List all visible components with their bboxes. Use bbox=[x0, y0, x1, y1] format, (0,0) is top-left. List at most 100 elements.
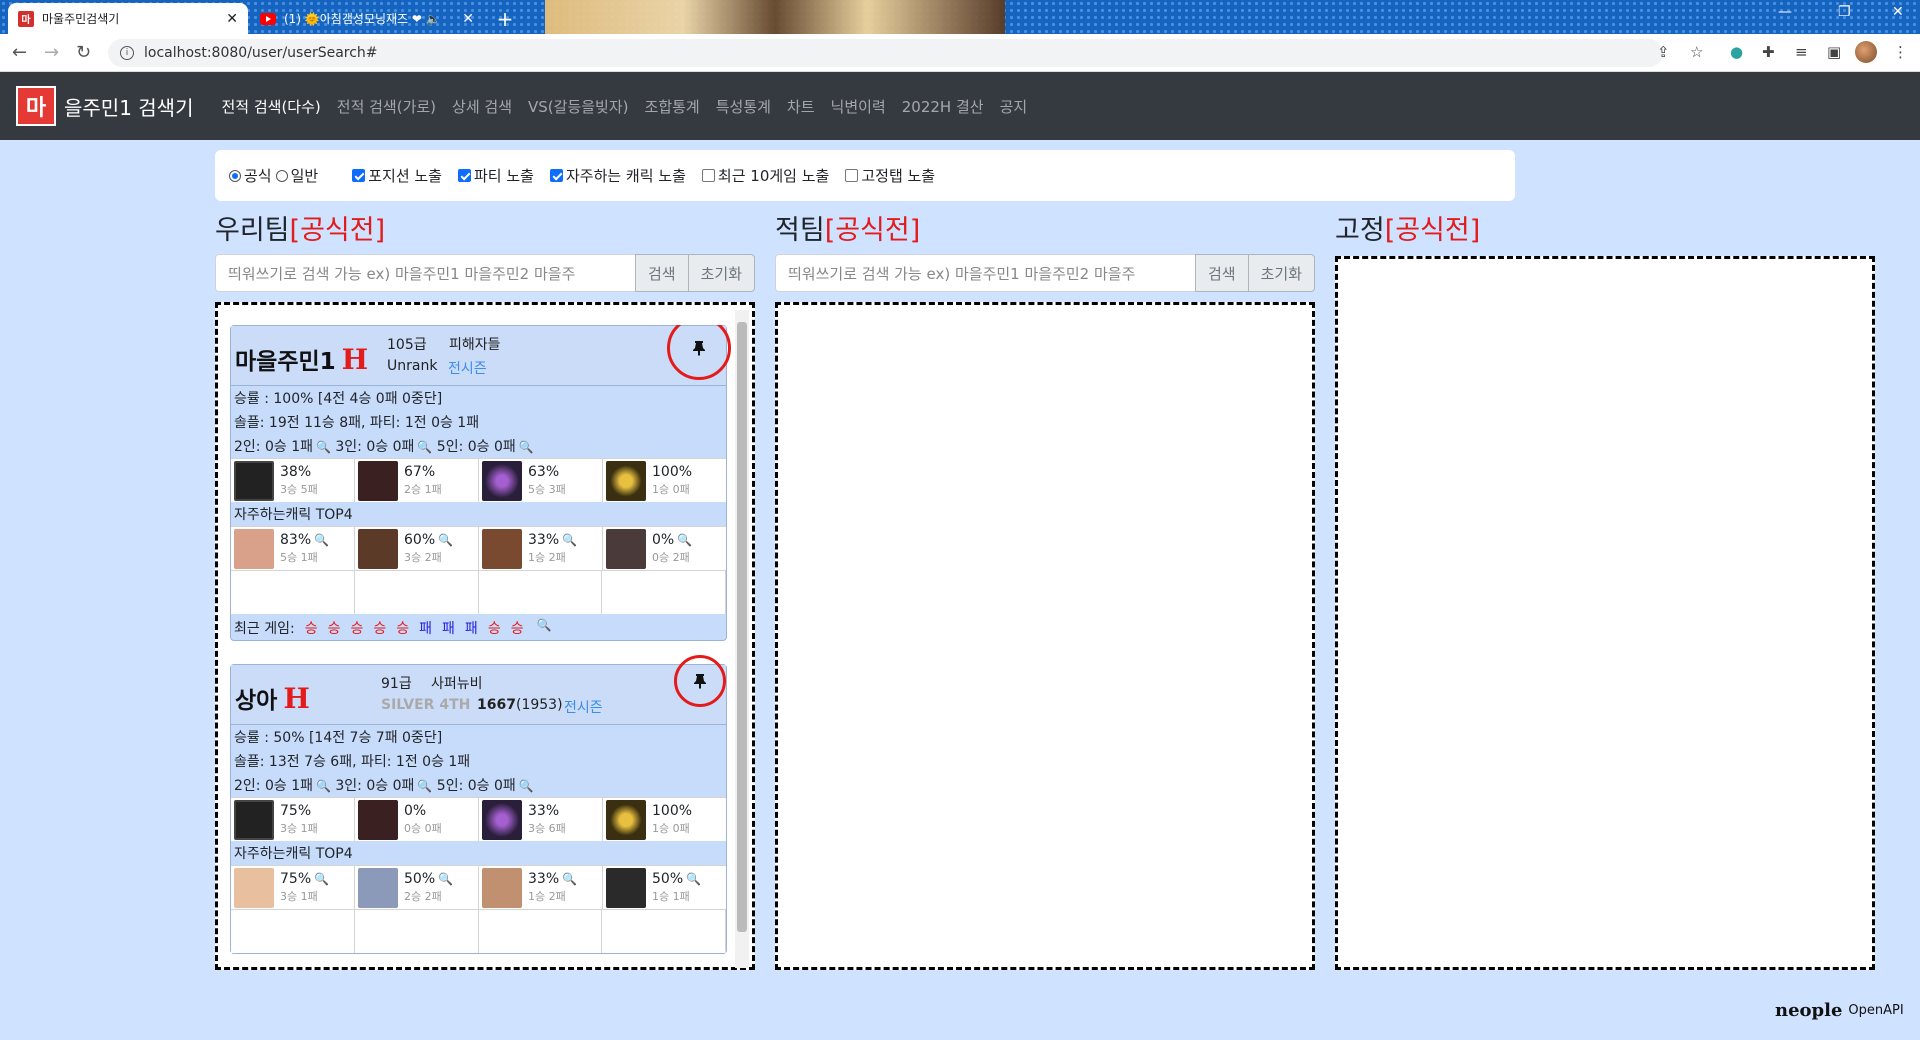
nav-link-multi-search[interactable]: 전적 검색(다수) bbox=[213, 96, 328, 117]
share-icon[interactable]: ⇪ bbox=[1657, 43, 1670, 61]
site-info-icon[interactable]: i bbox=[120, 46, 134, 60]
results-scrollbar[interactable] bbox=[735, 310, 749, 968]
radio-official-control[interactable] bbox=[229, 169, 241, 182]
nav-link-horizontal-search[interactable]: 전적 검색(가로) bbox=[329, 96, 444, 117]
season-link[interactable]: 전시즌 bbox=[564, 697, 603, 717]
bookmark-star-icon[interactable]: ☆ bbox=[1690, 43, 1703, 61]
character-portrait-icon bbox=[606, 867, 646, 908]
position-pct: 0% bbox=[404, 803, 427, 819]
radio-label: 공식 bbox=[244, 167, 272, 185]
brand[interactable]: 마 을주민1 검색기 bbox=[16, 86, 213, 126]
zoom-icon[interactable]: 🔍 bbox=[316, 779, 331, 793]
results-scroll-area[interactable]: 마을주민1 H 105급 피해자들 Unrank 전시즌 승률 : 100% [4… bbox=[230, 325, 753, 971]
nav-link-detail-search[interactable]: 상세 검색 bbox=[444, 96, 520, 117]
zoom-icon[interactable]: 🔍 bbox=[438, 871, 453, 888]
player-name[interactable]: 상아 H bbox=[235, 681, 310, 715]
scrollbar-thumb[interactable] bbox=[737, 322, 747, 932]
checkbox[interactable] bbox=[352, 169, 366, 182]
search-button[interactable]: 검색 bbox=[634, 254, 689, 292]
checkbox-label: 포지션 노출 bbox=[368, 167, 442, 185]
profile-avatar[interactable] bbox=[1855, 41, 1877, 63]
player-name[interactable]: 마을주민1 H bbox=[235, 342, 368, 376]
address-bar-row: ← → ↻ i localhost:8080/user/userSearch# … bbox=[0, 34, 1920, 72]
new-tab-button[interactable]: + bbox=[492, 6, 518, 32]
checkbox[interactable] bbox=[701, 169, 715, 182]
zoom-icon[interactable]: 🔍 bbox=[314, 871, 329, 888]
position-wl: 3승 6패 bbox=[528, 822, 566, 835]
browser-tab-youtube[interactable]: (1) 🌞아침갬성모닝재즈 ❤ 🔈 ✕ bbox=[250, 3, 484, 34]
check-position[interactable]: 포지션 노출 bbox=[352, 165, 442, 186]
character-portrait-icon bbox=[482, 867, 522, 908]
search-input[interactable]: 띄워쓰기로 검색 가능 ex) 마을주민1 마을주민2 마을주 bbox=[775, 254, 1196, 292]
checkbox[interactable] bbox=[458, 169, 471, 182]
player-card: 상아 H 91급 사퍼뉴비 SILVER 4TH 1667 (1953) 전시즌 … bbox=[230, 655, 727, 954]
zoom-icon[interactable]: 🔍 bbox=[686, 871, 701, 888]
nav-link-chart[interactable]: 차트 bbox=[779, 96, 823, 117]
pin-button[interactable] bbox=[674, 655, 726, 707]
zoom-icon[interactable]: 🔍 bbox=[519, 440, 534, 454]
radio-official[interactable]: 공식 bbox=[229, 165, 272, 186]
position-cell: 0% 0승 0패 bbox=[355, 798, 479, 841]
zoom-icon[interactable]: 🔍 bbox=[314, 532, 329, 549]
reload-icon[interactable]: ↻ bbox=[76, 42, 91, 63]
position-wl: 5승 3패 bbox=[528, 483, 566, 496]
close-tab-icon[interactable]: ✕ bbox=[226, 11, 238, 27]
season-link[interactable]: 전시즌 bbox=[448, 358, 487, 378]
pin-button[interactable] bbox=[667, 325, 731, 380]
nav-link-notice[interactable]: 공지 bbox=[992, 96, 1036, 117]
reset-button[interactable]: 초기화 bbox=[687, 254, 755, 292]
menu-kebab-icon[interactable]: ⋮ bbox=[1893, 43, 1908, 61]
extension-globe-icon[interactable]: ● bbox=[1730, 43, 1743, 61]
zoom-icon[interactable]: 🔍 bbox=[417, 779, 432, 793]
zoom-icon[interactable]: 🔍 bbox=[562, 871, 577, 888]
position-cell: 63% 5승 3패 bbox=[479, 459, 603, 502]
nav-link-trait-stats[interactable]: 특성통계 bbox=[708, 96, 779, 117]
minimize-icon[interactable]: — bbox=[1778, 4, 1792, 20]
recent-result: 승 bbox=[350, 621, 364, 637]
reset-button[interactable]: 초기화 bbox=[1247, 254, 1315, 292]
url-field[interactable]: i localhost:8080/user/userSearch# bbox=[108, 39, 1663, 67]
side-panel-icon[interactable]: ▣ bbox=[1827, 43, 1841, 61]
reading-list-icon[interactable]: ≡ bbox=[1795, 43, 1808, 61]
zoom-icon[interactable]: 🔍 bbox=[417, 440, 432, 454]
check-recent-10[interactable]: 최근 10게임 노출 bbox=[701, 165, 829, 186]
back-icon[interactable]: ← bbox=[12, 42, 27, 63]
nav-link-vs[interactable]: VS(갈등을빚자) bbox=[520, 96, 637, 117]
check-fixed-tab[interactable]: 고정탭 노출 bbox=[845, 165, 935, 186]
checkbox[interactable] bbox=[549, 169, 563, 182]
restore-icon[interactable]: ❐ bbox=[1838, 4, 1851, 20]
close-window-icon[interactable]: ✕ bbox=[1892, 4, 1904, 20]
check-party[interactable]: 파티 노출 bbox=[458, 165, 534, 186]
character-wl: 1승 2패 bbox=[528, 890, 566, 903]
empty-row bbox=[231, 909, 726, 953]
extensions-puzzle-icon[interactable]: ✚ bbox=[1762, 43, 1775, 61]
checkbox[interactable] bbox=[845, 169, 859, 182]
forward-icon[interactable]: → bbox=[44, 42, 59, 63]
zoom-icon[interactable]: 🔍 bbox=[677, 532, 692, 549]
party-3: 3인: 0승 0패 bbox=[335, 778, 415, 794]
zoom-icon[interactable]: 🔍 bbox=[519, 779, 534, 793]
search-button[interactable]: 검색 bbox=[1194, 254, 1249, 292]
player-tier: SILVER 4TH bbox=[381, 697, 471, 713]
radio-normal[interactable]: 일반 bbox=[275, 165, 318, 186]
zoom-icon[interactable]: 🔍 bbox=[316, 440, 331, 454]
nav-link-2022h-summary[interactable]: 2022H 결산 bbox=[894, 96, 992, 117]
player-card: 마을주민1 H 105급 피해자들 Unrank 전시즌 승률 : 100% [4… bbox=[230, 325, 731, 641]
zoom-icon[interactable]: 🔍 bbox=[438, 532, 453, 549]
enemy-team-results bbox=[775, 302, 1315, 970]
check-frequent-char[interactable]: 자주하는 캐릭 노출 bbox=[549, 165, 686, 186]
position-pct: 63% bbox=[528, 464, 560, 480]
character-cell: 60% 🔍 3승 2패 bbox=[355, 527, 479, 570]
radio-normal-control[interactable] bbox=[275, 169, 288, 182]
winrate-text: 승률 : 100% [4전 4승 0패 0중단] bbox=[234, 391, 443, 407]
browser-tab-active[interactable]: 마 마울주민검색기 ✕ bbox=[8, 3, 248, 34]
nav-link-nickname-history[interactable]: 닉변이력 bbox=[823, 96, 894, 117]
zoom-icon[interactable]: 🔍 bbox=[562, 532, 577, 549]
position-pct: 100% bbox=[652, 803, 693, 819]
party-3: 3인: 0승 0패 bbox=[335, 439, 415, 455]
nav-link-combo-stats[interactable]: 조합통계 bbox=[637, 96, 708, 117]
character-pct: 75% bbox=[280, 871, 312, 887]
zoom-icon[interactable]: 🔍 bbox=[537, 618, 552, 636]
search-input[interactable]: 띄워쓰기로 검색 가능 ex) 마을주민1 마을주민2 마을주 bbox=[215, 254, 636, 292]
close-tab-icon[interactable]: ✕ bbox=[462, 11, 474, 27]
